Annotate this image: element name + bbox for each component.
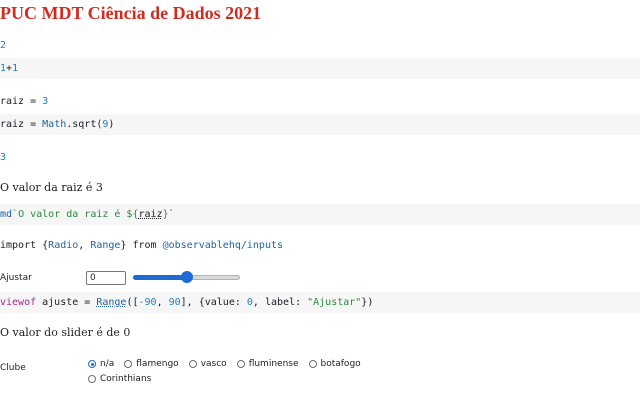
code-brace: { [36,240,49,251]
import-range: Range [90,240,121,251]
import-cell[interactable]: import {Radio, Range} from @observablehq… [0,240,283,251]
code-args: , label: [252,297,308,308]
code-tag: md [0,209,13,220]
code-eq: = [24,119,43,130]
code-method: .sqrt( [66,119,103,130]
radio-option-label: n/a [100,359,115,369]
code-keyword: from [132,240,157,251]
import-radio: Radio [48,240,79,251]
radio-option-label: fluminense [248,359,299,369]
code-number: 1 [12,63,19,74]
cell-output: 3 [0,152,7,163]
code-args: }) [361,297,374,308]
radio-option-label: Corinthians [100,374,152,384]
slider-fill [133,275,187,280]
radio-option-corinthians[interactable]: Corinthians [88,373,151,385]
code-sep: , [156,297,169,308]
output-eq: = [24,96,43,107]
markdown-output: O valor do slider é de 0 [0,326,131,339]
slider-thumb[interactable] [180,271,193,283]
code-string: "Ajustar" [307,297,362,308]
output-var: raiz [0,96,25,107]
code-args: ([ [126,297,139,308]
radio-group-label: Clube [0,363,26,373]
import-module-link[interactable]: @observablehq/inputs [157,240,283,251]
code-keyword: viewof [0,297,37,308]
radio-option-botafogo[interactable]: botafogo [308,358,361,370]
code-cell[interactable]: md`O valor da raiz é ${raiz}` [0,204,640,225]
code-args: ], {value: [180,297,247,308]
code-var: ajuste = [36,297,97,308]
code-brace: } [120,240,133,251]
code-cell[interactable]: 1+1 [0,58,640,79]
cell-output: raiz = 3 [0,96,48,107]
radio-button[interactable] [124,360,133,368]
radio-option-label: botafogo [320,359,361,369]
code-keyword: import [0,240,37,251]
radio-button[interactable] [236,360,245,368]
radio-option-vasco[interactable]: vasco [188,358,227,370]
markdown-output: O valor da raiz é 3 [0,181,103,194]
code-paren: ) [108,119,115,130]
radio-option-n-a[interactable]: n/a [88,358,114,370]
code-number: 90 [168,297,181,308]
code-number: -90 [138,297,157,308]
code-fn: Range [96,297,127,308]
radio-button[interactable] [88,360,96,368]
code-template: `O valor da raiz é ${ [12,209,139,220]
radio-option-fluminense[interactable]: fluminense [236,358,299,370]
radio-option-label: vasco [200,359,227,369]
code-template-end: }` [162,209,175,220]
code-var: raiz [138,209,163,220]
code-cell[interactable]: viewof ajuste = Range([-90, 90], {value:… [0,292,640,313]
output-value: 3 [42,96,49,107]
radio-button[interactable] [308,360,317,368]
slider-label: Ajustar [0,273,32,283]
radio-group: n/a flamengo vasco fluminense botafogo Corint… [88,358,388,385]
cell-output: 2 [0,40,7,51]
code-comma: , [78,240,91,251]
radio-button[interactable] [88,375,96,383]
radio-option-flamengo[interactable]: flamengo [124,358,179,370]
code-cell[interactable]: raiz = Math.sqrt(9) [0,114,640,135]
page-title: PUC MDT Ciência de Dados 2021 [0,3,262,23]
radio-option-label: flamengo [136,359,179,369]
code-object: Math [42,119,67,130]
code-var: raiz [0,119,25,130]
radio-button[interactable] [188,360,197,368]
slider-number-input[interactable]: 0 [86,271,126,285]
